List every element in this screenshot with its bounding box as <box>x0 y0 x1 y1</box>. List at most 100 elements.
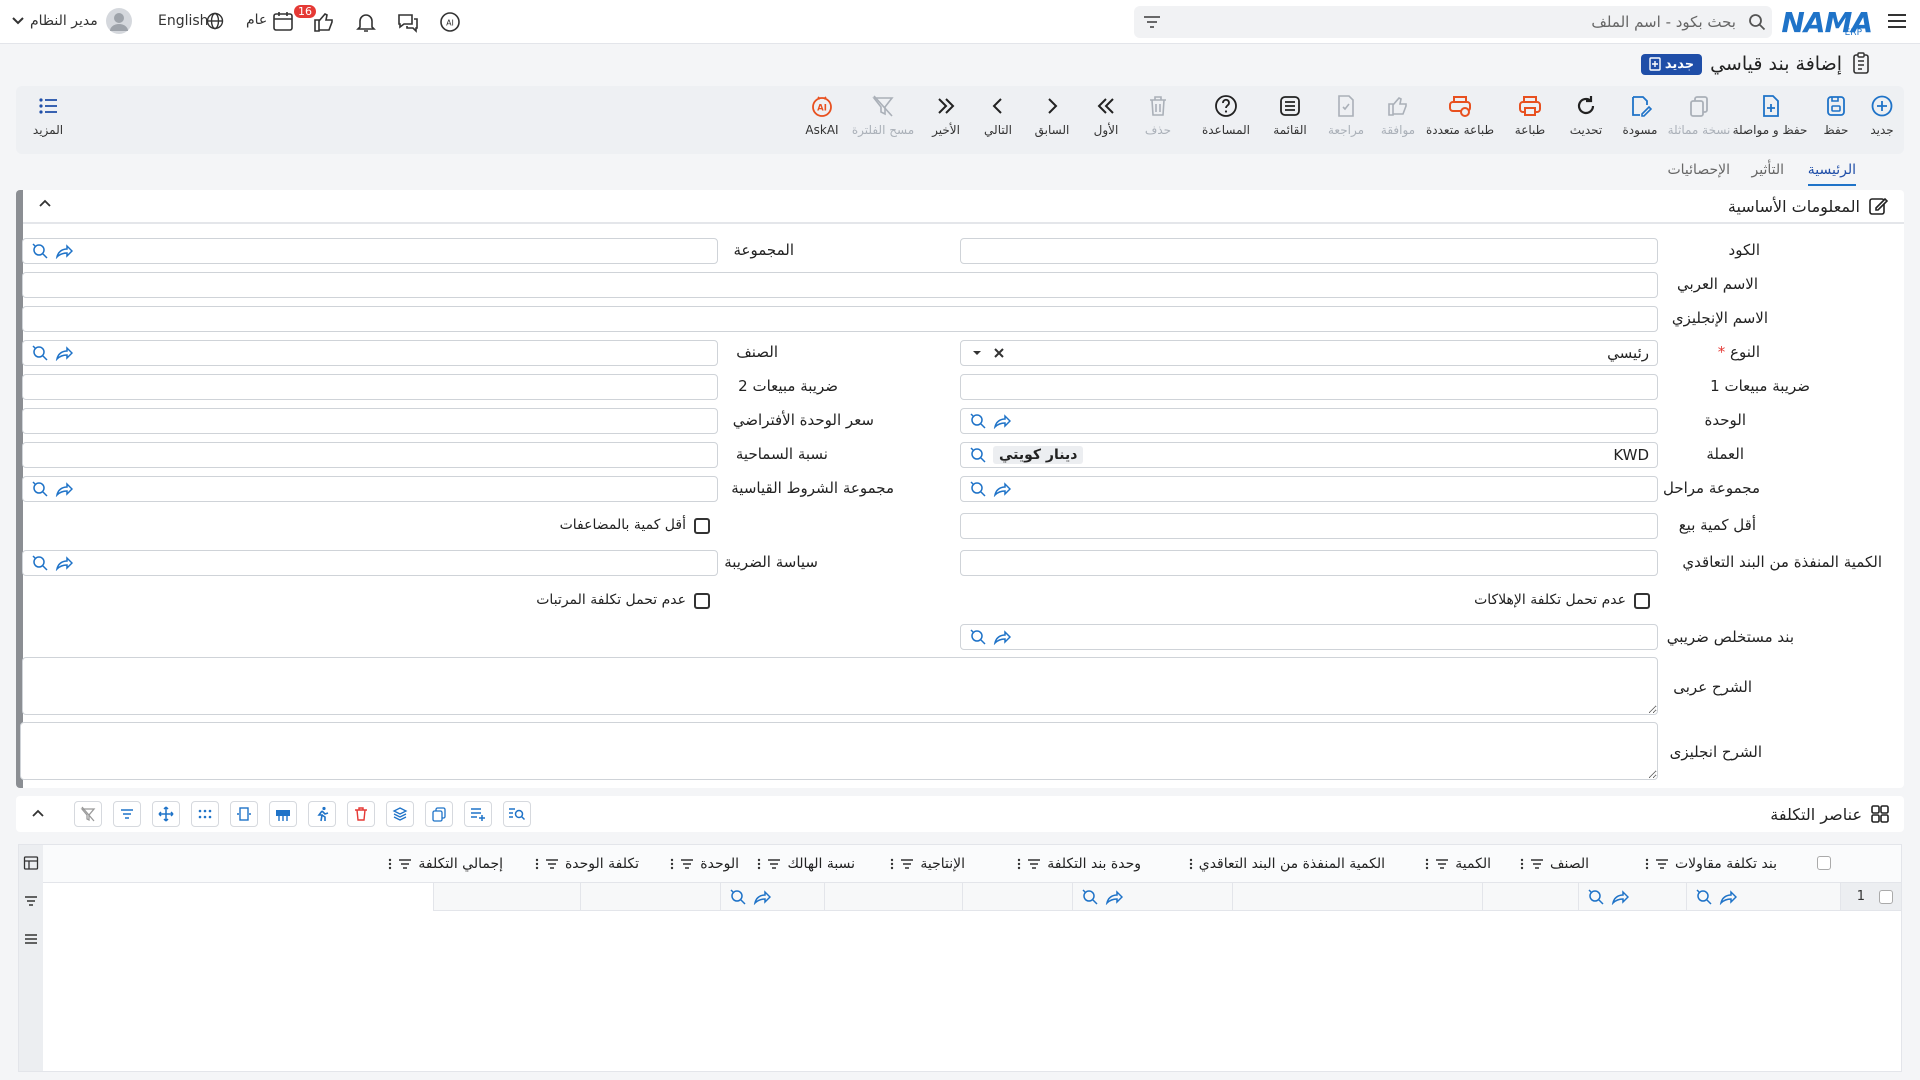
currency-field[interactable]: دينار كويتي KWD <box>960 442 1658 468</box>
standard-terms-field[interactable] <box>22 476 718 502</box>
cell-productivity[interactable] <box>963 883 1073 911</box>
col-header-waste-rate[interactable]: نسبة الهالك <box>757 845 855 883</box>
open-link-icon[interactable] <box>55 243 73 259</box>
open-link-icon[interactable] <box>55 345 73 361</box>
language-switch[interactable]: English <box>158 13 209 29</box>
first-button[interactable]: الأول <box>1078 94 1134 137</box>
filter-icon[interactable] <box>1435 858 1449 870</box>
multi-print-button[interactable]: طباعة متعددة <box>1418 94 1502 137</box>
col-header-unit[interactable]: الوحدة <box>670 845 739 883</box>
ai-assistant-icon[interactable]: AI <box>438 10 462 34</box>
lookup-search-icon[interactable] <box>31 243 49 259</box>
collapse-up-icon[interactable] <box>37 196 53 212</box>
year-label[interactable]: عام <box>246 12 267 28</box>
grid-run-button[interactable] <box>308 801 336 827</box>
save-continue-button[interactable]: حفظ و مواصلة <box>1730 94 1810 137</box>
lookup-search-icon[interactable] <box>969 481 987 497</box>
tab-impact[interactable]: التأثير <box>1752 162 1785 184</box>
search-box[interactable] <box>1134 6 1772 38</box>
previous-button[interactable]: السابق <box>1024 94 1080 137</box>
cell-waste-rate[interactable] <box>825 883 963 911</box>
group-field[interactable] <box>22 238 718 264</box>
globe-icon[interactable] <box>206 12 224 30</box>
select-all-checkbox[interactable] <box>1817 856 1831 870</box>
search-icon[interactable] <box>1742 13 1772 31</box>
filter-icon[interactable] <box>398 858 412 870</box>
next-button[interactable]: التالي <box>970 94 1026 137</box>
desc-ar-textarea[interactable] <box>22 657 1658 715</box>
col-header-productivity[interactable]: الإنتاجية <box>890 845 965 883</box>
kebab-menu-icon[interactable] <box>1425 858 1429 870</box>
more-button[interactable]: المزيد <box>20 94 76 137</box>
cell-contract-cost[interactable] <box>1687 883 1841 911</box>
lookup-search-icon[interactable] <box>729 889 747 905</box>
open-link-icon[interactable] <box>55 555 73 571</box>
tax-policy-field[interactable] <box>22 550 718 576</box>
list-button[interactable]: القائمة <box>1262 94 1318 137</box>
col-header-quantity[interactable]: الكمية <box>1425 845 1491 883</box>
row-checkbox[interactable] <box>1879 890 1893 904</box>
lookup-search-icon[interactable] <box>1081 889 1099 905</box>
no-salaries-checkbox[interactable] <box>694 593 710 609</box>
col-header-total-cost[interactable]: إجمالي التكلفة <box>388 845 503 883</box>
filter-icon[interactable] <box>900 858 914 870</box>
askai-button[interactable]: AI AskAI <box>794 94 850 137</box>
kebab-menu-icon[interactable] <box>1189 858 1193 870</box>
kebab-menu-icon[interactable] <box>1520 858 1524 870</box>
stages-group-field[interactable] <box>960 476 1658 502</box>
refresh-button[interactable]: تحديث <box>1558 94 1614 137</box>
tax-extract-field[interactable] <box>960 624 1658 650</box>
cell-item[interactable] <box>1579 883 1687 911</box>
review-button[interactable]: مراجعة <box>1318 94 1374 137</box>
kebab-menu-icon[interactable] <box>388 858 392 870</box>
executed-qty-field[interactable] <box>960 550 1658 576</box>
lookup-search-icon[interactable] <box>1695 889 1713 905</box>
tab-statistics[interactable]: الإحصائيات <box>1667 162 1730 184</box>
grid-clear-filter-button[interactable] <box>74 801 102 827</box>
save-button[interactable]: حفظ <box>1808 94 1864 137</box>
grid-insert-row-button[interactable] <box>269 801 297 827</box>
grid-add-row-button[interactable] <box>464 801 492 827</box>
no-depreciation-checkbox[interactable] <box>1634 593 1650 609</box>
open-link-icon[interactable] <box>993 413 1011 429</box>
unit-field[interactable] <box>960 408 1658 434</box>
cell-total-cost[interactable] <box>433 883 581 911</box>
min-sale-qty-field[interactable] <box>960 513 1658 539</box>
print-button[interactable]: طباعة <box>1502 94 1558 137</box>
duplicate-button[interactable]: نسخة مماثلة <box>1664 94 1734 137</box>
open-link-icon[interactable] <box>993 481 1011 497</box>
grid-delete-button[interactable] <box>347 801 375 827</box>
filter-icon[interactable] <box>545 858 559 870</box>
open-link-icon[interactable] <box>753 889 771 905</box>
col-header-item[interactable]: الصنف <box>1520 845 1589 883</box>
cell-cost-unit[interactable] <box>1073 883 1233 911</box>
tab-main[interactable]: الرئيسية <box>1807 162 1856 186</box>
filter-lines-icon[interactable] <box>1134 15 1170 29</box>
lookup-search-icon[interactable] <box>31 481 49 497</box>
sales-tax2-field[interactable] <box>22 374 718 400</box>
user-avatar[interactable] <box>106 8 132 34</box>
filter-icon[interactable] <box>1530 858 1544 870</box>
open-link-icon[interactable] <box>993 629 1011 645</box>
grid-move-button[interactable] <box>152 801 180 827</box>
name-ar-field[interactable] <box>22 272 1658 298</box>
help-button[interactable]: المساعدة <box>1198 94 1254 137</box>
cell-unit-cost[interactable] <box>581 883 721 911</box>
grid-copy-button[interactable] <box>425 801 453 827</box>
min-qty-multiples-checkbox[interactable] <box>694 518 710 534</box>
lookup-search-icon[interactable] <box>31 345 49 361</box>
kebab-menu-icon[interactable] <box>1645 858 1649 870</box>
col-header-contract-cost[interactable]: بند تكلفة مقاولات <box>1645 845 1777 883</box>
cell-unit[interactable] <box>721 883 825 911</box>
default-unit-price-field[interactable] <box>22 408 718 434</box>
type-select[interactable]: رئيسي <box>960 340 1658 366</box>
delete-button[interactable]: حذف <box>1130 94 1186 137</box>
grid-filter-button[interactable] <box>113 801 141 827</box>
kebab-menu-icon[interactable] <box>1017 858 1021 870</box>
clear-x-icon[interactable] <box>993 347 1005 359</box>
chevron-down-icon[interactable] <box>12 16 24 26</box>
grid-fit-width-button[interactable] <box>230 801 258 827</box>
kebab-menu-icon[interactable] <box>757 858 761 870</box>
dropdown-arrow-icon[interactable] <box>971 347 983 359</box>
kebab-menu-icon[interactable] <box>535 858 539 870</box>
